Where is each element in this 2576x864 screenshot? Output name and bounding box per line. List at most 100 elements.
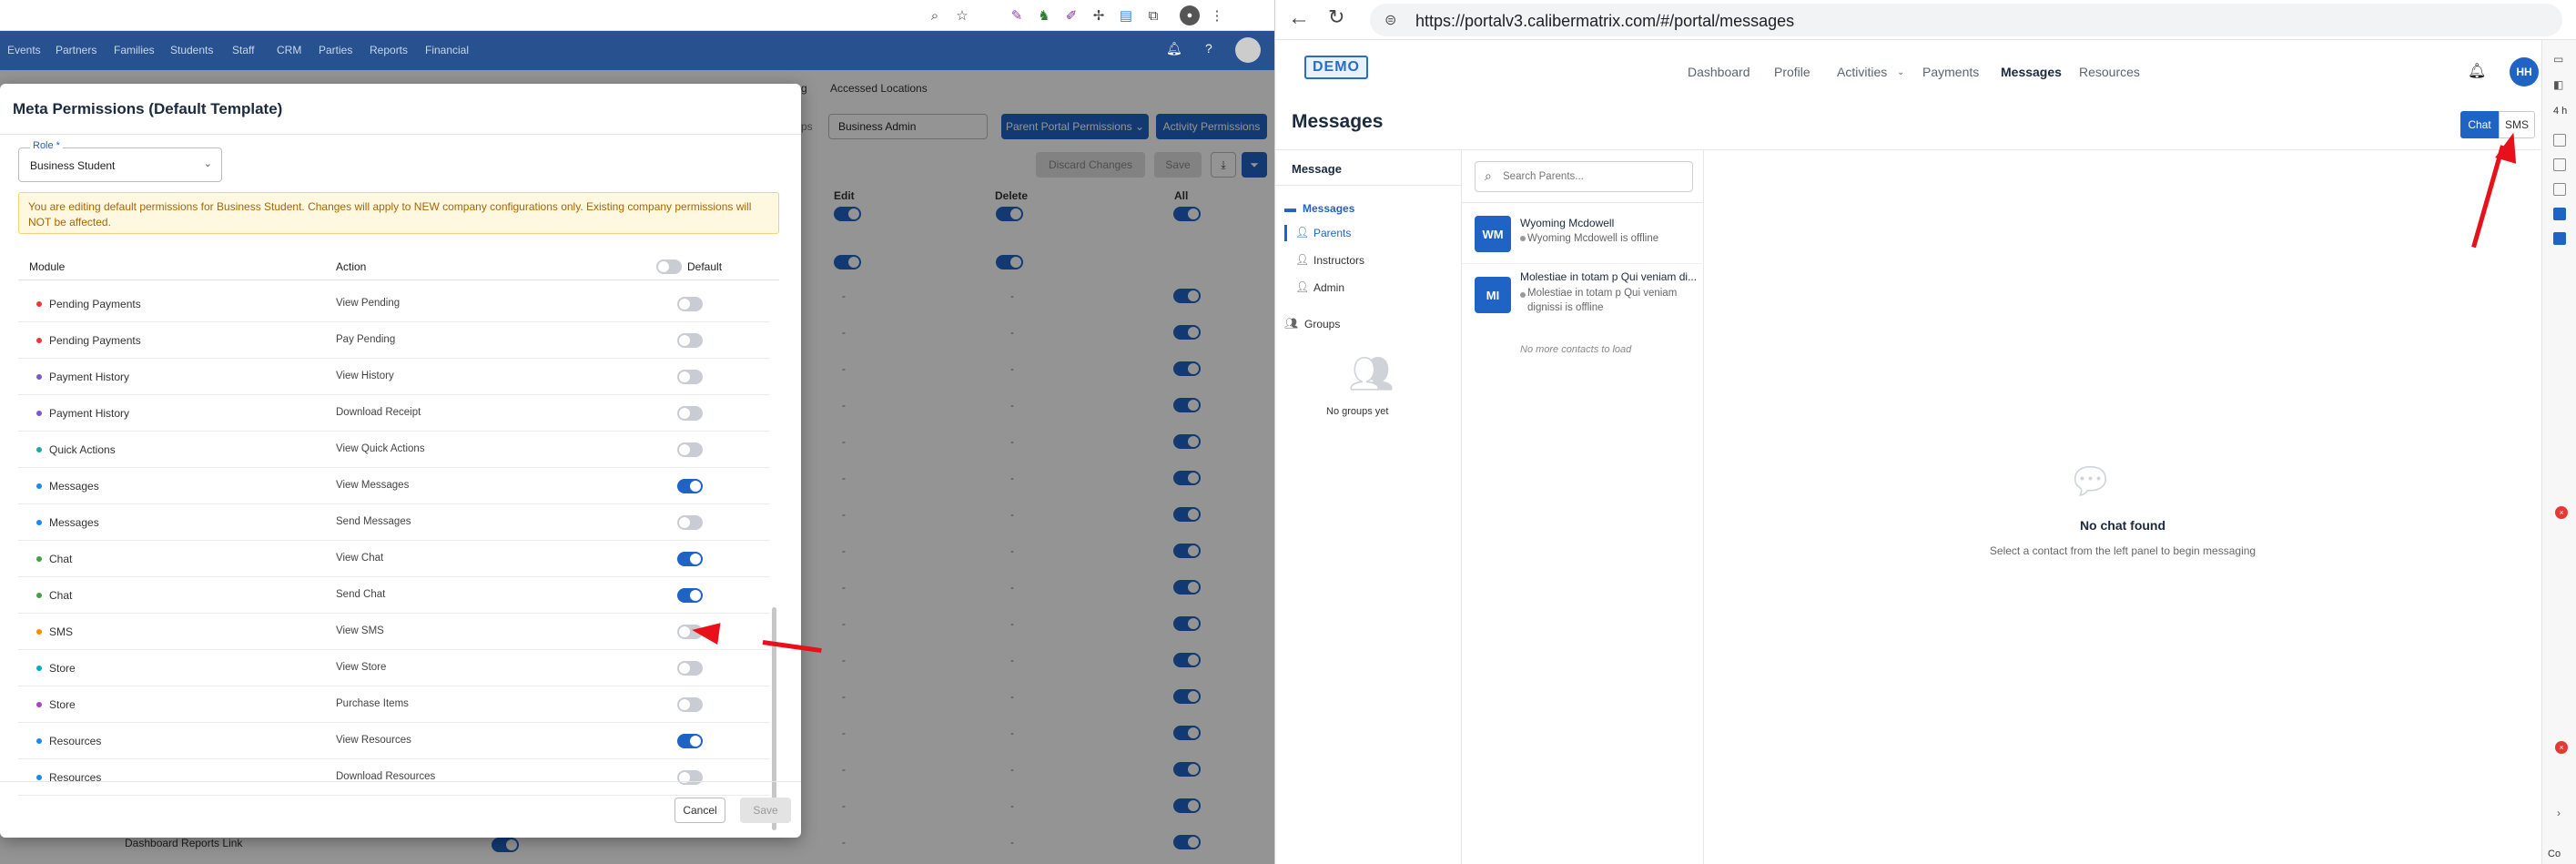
- module-name: Pending Payments: [49, 298, 141, 310]
- contact-status: Molestiae in totam p Qui veniam dignissi…: [1527, 288, 1678, 313]
- search-parents[interactable]: ⌕: [1475, 161, 1693, 192]
- user-avatar[interactable]: [1235, 37, 1261, 63]
- default-toggle[interactable]: [677, 552, 703, 566]
- search-input[interactable]: [1503, 168, 1685, 185]
- nav-dashboard[interactable]: Dashboard: [1688, 65, 1750, 79]
- permissions-table-header: Module Action Default: [18, 253, 779, 280]
- page-title: Messages: [1292, 111, 1384, 132]
- checkbox[interactable]: [2553, 134, 2566, 147]
- panel-icon-2[interactable]: ◧: [2553, 78, 2563, 91]
- modal-header-divider: [0, 134, 801, 135]
- help-icon[interactable]: ?: [1205, 41, 1212, 56]
- cancel-button[interactable]: Cancel: [674, 798, 725, 823]
- error-icon[interactable]: ×: [2555, 741, 2568, 754]
- nav-activities[interactable]: Activities: [1837, 65, 1887, 79]
- browser-toolbar-left: ⌕ ☆ ✎ ♞ ✐ ✢ ▤ ⧉ ● ⋮: [0, 0, 1274, 31]
- default-toggle[interactable]: [677, 406, 703, 421]
- site-info-icon[interactable]: ⊜: [1384, 11, 1396, 29]
- more-menu-icon[interactable]: ⋮: [1207, 5, 1227, 25]
- module-name: Quick Actions: [49, 443, 116, 456]
- sidebar-item-parents[interactable]: Parents: [1313, 227, 1351, 239]
- module-dot: [36, 556, 42, 562]
- permission-row: Chat Send Chat: [18, 577, 770, 614]
- permission-row: Payment History Download Receipt: [18, 395, 770, 432]
- bell-icon[interactable]: 🔔︎: [2468, 62, 2486, 80]
- nav-families[interactable]: Families: [114, 44, 155, 56]
- nav-resources[interactable]: Resources: [2079, 65, 2140, 79]
- nav-staff[interactable]: Staff: [232, 44, 254, 56]
- nav-events[interactable]: Events: [7, 44, 41, 56]
- bell-icon[interactable]: 🔔︎: [1166, 41, 1182, 56]
- default-toggle[interactable]: [677, 297, 703, 311]
- default-toggle[interactable]: [677, 770, 703, 785]
- sidebar-item-messages[interactable]: Messages: [1303, 202, 1354, 215]
- nav-crm[interactable]: CRM: [277, 44, 301, 56]
- role-label: Role *: [30, 140, 63, 151]
- module-name: Chat: [49, 589, 73, 602]
- checkbox-checked[interactable]: [2553, 208, 2566, 220]
- default-toggle[interactable]: [677, 479, 703, 493]
- sidebar-item-groups[interactable]: Groups: [1304, 318, 1340, 330]
- nav-messages[interactable]: Messages: [2001, 65, 2062, 79]
- star-icon[interactable]: ☆: [952, 5, 972, 25]
- default-toggle[interactable]: [677, 588, 703, 603]
- empty-subtitle: Select a contact from the left panel to …: [1989, 544, 2257, 557]
- default-toggle[interactable]: [677, 661, 703, 676]
- checkbox-checked[interactable]: [2553, 232, 2566, 245]
- sidebar-item-admin[interactable]: Admin: [1313, 281, 1344, 294]
- permission-row: Messages View Messages: [18, 468, 770, 504]
- extension-pen-icon[interactable]: ✎: [1007, 5, 1027, 25]
- address-bar[interactable]: ⊜ https://portalv3.calibermatrix.com/#/p…: [1370, 4, 2562, 36]
- default-toggle[interactable]: [677, 515, 703, 530]
- extension-android-icon[interactable]: ♞: [1034, 5, 1054, 25]
- meta-permissions-modal: Meta Permissions (Default Template) Role…: [0, 84, 801, 838]
- nav-parties[interactable]: Parties: [319, 44, 352, 56]
- action-name: View Messages: [336, 480, 410, 491]
- contact-item[interactable]: MI Molestiae in totam p Qui veniam di...…: [1462, 266, 1704, 324]
- extension-edit-icon[interactable]: ✐: [1061, 5, 1081, 25]
- chevron-right-icon[interactable]: ›: [2557, 807, 2561, 819]
- back-arrow-icon[interactable]: ←: [1288, 5, 1310, 31]
- checkbox[interactable]: [2553, 183, 2566, 196]
- default-toggle[interactable]: [677, 333, 703, 348]
- demo-logo[interactable]: DEMO: [1304, 56, 1368, 79]
- nav-financial[interactable]: Financial: [425, 44, 469, 56]
- profile-icon[interactable]: ●: [1180, 5, 1200, 25]
- empty-title: No chat found: [2079, 518, 2166, 533]
- extension-doc-icon[interactable]: ▤: [1116, 5, 1136, 25]
- zoom-icon[interactable]: ⌕: [925, 5, 945, 25]
- sidebar-item-instructors[interactable]: Instructors: [1313, 254, 1364, 267]
- default-toggle[interactable]: [677, 370, 703, 384]
- contact-name: Wyoming Mcdowell: [1520, 217, 1615, 229]
- instructors-icon: 👤︎: [1295, 253, 1310, 266]
- activities-chevron-icon[interactable]: ⌄: [1897, 67, 1904, 77]
- extension-pin-icon[interactable]: ✢: [1089, 5, 1109, 25]
- contact-divider: [1462, 263, 1704, 264]
- module-dot: [36, 593, 42, 598]
- save-button[interactable]: Save: [740, 798, 791, 823]
- checkbox[interactable]: [2553, 158, 2566, 171]
- action-name: View Pending: [336, 298, 401, 309]
- extensions-puzzle-icon[interactable]: ⧉: [1143, 5, 1163, 25]
- default-all-toggle[interactable]: [656, 259, 682, 274]
- url-text[interactable]: https://portalv3.calibermatrix.com/#/por…: [1415, 12, 1794, 31]
- chat-toggle-button[interactable]: Chat: [2460, 111, 2499, 138]
- action-name: Send Messages: [336, 516, 411, 527]
- panel-icon[interactable]: ▭: [2553, 53, 2563, 66]
- default-toggle[interactable]: [677, 697, 703, 712]
- contact-item[interactable]: WM Wyoming Mcdowell Wyoming Mcdowell is …: [1462, 205, 1704, 263]
- module-dot: [36, 775, 42, 780]
- reload-icon[interactable]: ↻: [1328, 5, 1344, 29]
- default-toggle[interactable]: [677, 734, 703, 748]
- role-select[interactable]: Role * Business Student ⌄: [18, 140, 222, 182]
- nav-partners[interactable]: Partners: [56, 44, 96, 56]
- search-icon: ⌕: [1485, 168, 1492, 183]
- user-avatar[interactable]: HH: [2510, 57, 2539, 86]
- error-icon[interactable]: ×: [2555, 506, 2568, 519]
- default-toggle[interactable]: [677, 442, 703, 457]
- permission-row: Store Purchase Items: [18, 686, 770, 723]
- nav-reports[interactable]: Reports: [370, 44, 408, 56]
- nav-payments[interactable]: Payments: [1922, 65, 1979, 79]
- nav-students[interactable]: Students: [170, 44, 213, 56]
- nav-profile[interactable]: Profile: [1774, 65, 1810, 79]
